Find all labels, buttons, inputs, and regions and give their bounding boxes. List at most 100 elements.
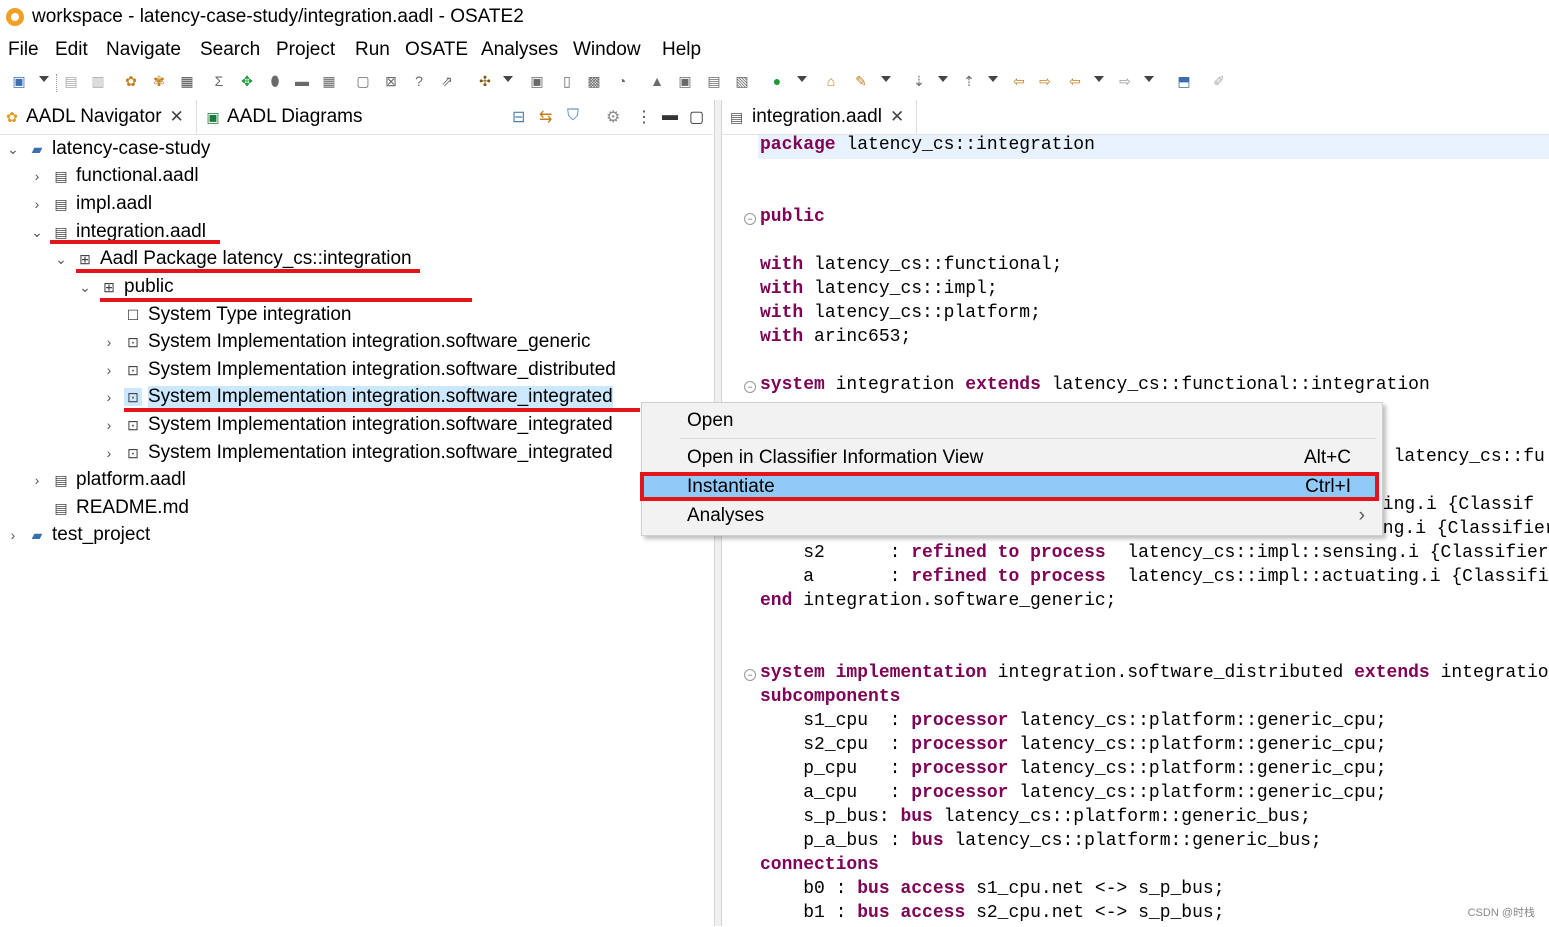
tab-aadl-navigator[interactable]: ✿ AADL Navigator ✕ bbox=[4, 100, 197, 134]
prev-annotation-dropdown-icon[interactable] bbox=[988, 76, 998, 82]
tree-item-public[interactable]: ⌄ ⊞ public bbox=[78, 274, 174, 300]
connection-icon[interactable]: ▤ bbox=[705, 72, 723, 90]
back-dropdown-icon[interactable] bbox=[1094, 76, 1104, 82]
code-line[interactable]: with arinc653; bbox=[760, 327, 911, 351]
save-all-icon[interactable]: ▥ bbox=[89, 72, 107, 90]
fold-minus-icon[interactable]: − bbox=[744, 381, 756, 393]
open-perspective-icon[interactable]: ⬒ bbox=[1175, 72, 1193, 90]
next-annotation-icon[interactable]: ⇣ bbox=[910, 72, 928, 90]
menu-project[interactable]: Project bbox=[276, 39, 335, 61]
tree-item-readme[interactable]: ▤ README.md bbox=[30, 495, 189, 521]
tree-item-impl-aadl[interactable]: › ▤ impl.aadl bbox=[30, 191, 152, 217]
code-line[interactable]: with latency_cs::impl; bbox=[760, 279, 998, 303]
view-menu-icon[interactable]: ⋮ bbox=[636, 107, 652, 127]
chevron-right-icon[interactable]: › bbox=[102, 417, 116, 433]
code-line[interactable]: p_cpu : processor latency_cs::platform::… bbox=[760, 759, 1386, 783]
fold-minus-icon[interactable]: − bbox=[744, 213, 756, 225]
flow-icon[interactable]: ▧ bbox=[733, 72, 751, 90]
run-dropdown-icon[interactable] bbox=[797, 76, 807, 82]
chevron-right-icon[interactable]: › bbox=[30, 472, 44, 488]
component-icon[interactable]: ▣ bbox=[676, 72, 694, 90]
new-dropdown-icon[interactable] bbox=[39, 76, 49, 82]
code-line[interactable]: a : refined to process latency_cs::impl:… bbox=[760, 567, 1548, 591]
new-icon[interactable]: ▣ bbox=[10, 72, 28, 90]
chevron-right-icon[interactable]: › bbox=[30, 168, 44, 184]
outline-icon[interactable]: ▣ bbox=[528, 72, 546, 90]
next-annotation-dropdown-icon[interactable] bbox=[938, 76, 948, 82]
help-query-icon[interactable]: ? bbox=[410, 72, 428, 90]
tab-integration-aadl[interactable]: ▤ integration.aadl ✕ bbox=[726, 100, 917, 134]
code-line[interactable]: system integration extends latency_cs::f… bbox=[760, 375, 1430, 399]
filter-icon[interactable]: ⛉ bbox=[567, 107, 579, 125]
chevron-right-icon[interactable]: › bbox=[6, 527, 20, 543]
code-line[interactable]: system implementation integration.softwa… bbox=[760, 663, 1549, 687]
code-line-partial[interactable]: s latency_cs::fu bbox=[1372, 447, 1545, 471]
next-edit-icon[interactable]: ⇨ bbox=[1036, 72, 1054, 90]
menu-edit[interactable]: Edit bbox=[55, 39, 88, 61]
chevron-right-icon[interactable]: › bbox=[102, 334, 116, 350]
code-line[interactable]: a_cpu : processor latency_cs::platform::… bbox=[760, 783, 1386, 807]
menu-search[interactable]: Search bbox=[200, 39, 260, 61]
save-icon[interactable]: ▤ bbox=[62, 72, 80, 90]
menu-file[interactable]: File bbox=[8, 39, 39, 61]
build-icon[interactable]: ✾ bbox=[150, 72, 168, 90]
close-icon[interactable]: ✕ bbox=[890, 107, 904, 127]
code-line-partial[interactable]: sing.i {Classif bbox=[1372, 495, 1534, 519]
chevron-right-icon[interactable]: › bbox=[30, 196, 44, 212]
chevron-right-icon[interactable]: › bbox=[102, 362, 116, 378]
forward-dropdown-icon[interactable] bbox=[1144, 76, 1154, 82]
tree-dropdown-icon[interactable] bbox=[503, 76, 513, 82]
fold-minus-icon[interactable]: − bbox=[744, 669, 756, 681]
cylinder-icon[interactable]: ⬮ bbox=[266, 72, 284, 90]
run-icon[interactable]: ● bbox=[768, 72, 786, 90]
menu-item-open[interactable]: Open bbox=[643, 407, 1379, 435]
chevron-down-icon[interactable]: ⌄ bbox=[30, 224, 44, 241]
chevron-right-icon[interactable]: › bbox=[102, 445, 116, 461]
tree-icon[interactable]: ✣ bbox=[476, 72, 494, 90]
code-line[interactable]: end integration.software_generic; bbox=[760, 591, 1116, 615]
code-line[interactable]: public bbox=[760, 207, 825, 231]
menu-analyses[interactable]: Analyses bbox=[481, 39, 558, 61]
menu-item-open-classifier-view[interactable]: Open in Classifier Information View Alt+… bbox=[643, 444, 1379, 472]
clock-icon[interactable]: ◔ bbox=[613, 72, 631, 90]
collapse-all-icon[interactable]: ⊟ bbox=[512, 107, 525, 127]
chevron-right-icon[interactable]: › bbox=[102, 389, 116, 405]
graph-icon[interactable]: ✥ bbox=[238, 72, 256, 90]
menu-osate[interactable]: OSATE bbox=[405, 39, 468, 61]
tree-item-impl-software-generic[interactable]: › ⊡ System Implementation integration.so… bbox=[102, 329, 591, 355]
open-package-icon[interactable]: ✿ bbox=[122, 72, 140, 90]
code-line[interactable]: s_p_bus: bus latency_cs::platform::gener… bbox=[760, 807, 1311, 831]
code-line[interactable]: s2 : refined to process latency_cs::impl… bbox=[760, 543, 1548, 567]
sync-icon[interactable]: ⚙ bbox=[606, 107, 620, 127]
tree-item-latency-case-study[interactable]: ⌄ ▰ latency-case-study bbox=[6, 136, 210, 162]
code-line[interactable]: subcomponents bbox=[760, 687, 900, 711]
grid-icon[interactable]: ▦ bbox=[320, 72, 338, 90]
image-icon[interactable]: ▢ bbox=[354, 72, 372, 90]
code-line[interactable]: s2_cpu : processor latency_cs::platform:… bbox=[760, 735, 1386, 759]
tree-item-impl-software-integrated-2[interactable]: › ⊡ System Implementation integration.so… bbox=[102, 412, 613, 438]
export-icon[interactable]: ⇗ bbox=[438, 72, 456, 90]
code-line[interactable]: package latency_cs::integration bbox=[760, 135, 1095, 159]
menu-window[interactable]: Window bbox=[573, 39, 641, 61]
chevron-down-icon[interactable]: ⌄ bbox=[78, 279, 92, 296]
menu-run[interactable]: Run bbox=[355, 39, 390, 61]
tree-item-platform-aadl[interactable]: › ▤ platform.aadl bbox=[30, 467, 186, 493]
tree-item-functional-aadl[interactable]: › ▤ functional.aadl bbox=[30, 163, 199, 189]
chevron-down-icon[interactable]: ⌄ bbox=[54, 251, 68, 268]
document-icon[interactable]: ▯ bbox=[558, 72, 576, 90]
link-with-editor-icon[interactable]: ⇆ bbox=[539, 107, 552, 127]
code-line-partial[interactable]: ing.i {Classifier_ bbox=[1372, 519, 1549, 543]
last-edit-icon[interactable]: ⇦ bbox=[1010, 72, 1028, 90]
maximize-icon[interactable]: ▢ bbox=[689, 107, 704, 127]
tab-aadl-diagrams[interactable]: ▣ AADL Diagrams bbox=[205, 100, 445, 134]
tree-item-impl-software-integrated-3[interactable]: › ⊡ System Implementation integration.so… bbox=[102, 440, 613, 466]
menu-item-analyses[interactable]: Analyses › bbox=[643, 502, 1379, 530]
forward-icon[interactable]: ⇨ bbox=[1116, 72, 1134, 90]
tree-item-impl-software-distributed[interactable]: › ⊡ System Implementation integration.so… bbox=[102, 357, 616, 383]
pencil-dropdown-icon[interactable] bbox=[881, 76, 891, 82]
minimize-icon[interactable]: ▬ bbox=[662, 107, 678, 125]
menu-navigate[interactable]: Navigate bbox=[106, 39, 181, 61]
code-line[interactable]: connections bbox=[760, 855, 879, 879]
edit-perspective-icon[interactable]: ✐ bbox=[1210, 72, 1228, 90]
code-line[interactable]: b1 : bus access s2_cpu.net <-> s_p_bus; bbox=[760, 903, 1224, 927]
